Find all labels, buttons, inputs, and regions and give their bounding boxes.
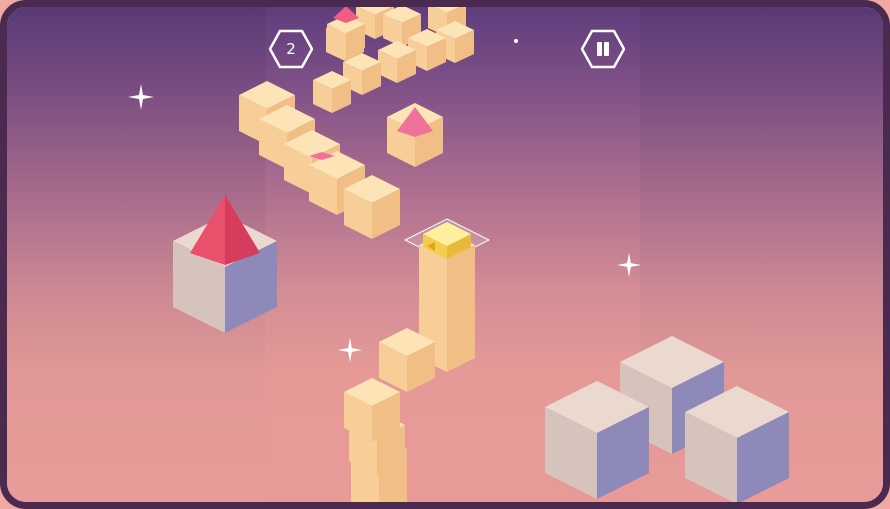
pause-icon: [597, 42, 602, 56]
pyramid-cube-mid: [387, 103, 443, 167]
game-scene: [173, 7, 789, 502]
game-viewport[interactable]: 2: [0, 0, 890, 509]
pause-icon: [604, 42, 609, 56]
pause-button[interactable]: [581, 27, 625, 71]
score-badge: 2: [269, 27, 313, 71]
path-lower: [344, 378, 407, 502]
hexagon-icon: [581, 29, 625, 69]
score-value: 2: [286, 40, 296, 58]
sparkle-icon: [337, 337, 363, 363]
sparkle-icon: [616, 252, 642, 278]
obstacle-pyramid-cube: [173, 195, 277, 333]
sparkle-icon: [128, 84, 154, 110]
sparkle-icon: [514, 39, 518, 43]
